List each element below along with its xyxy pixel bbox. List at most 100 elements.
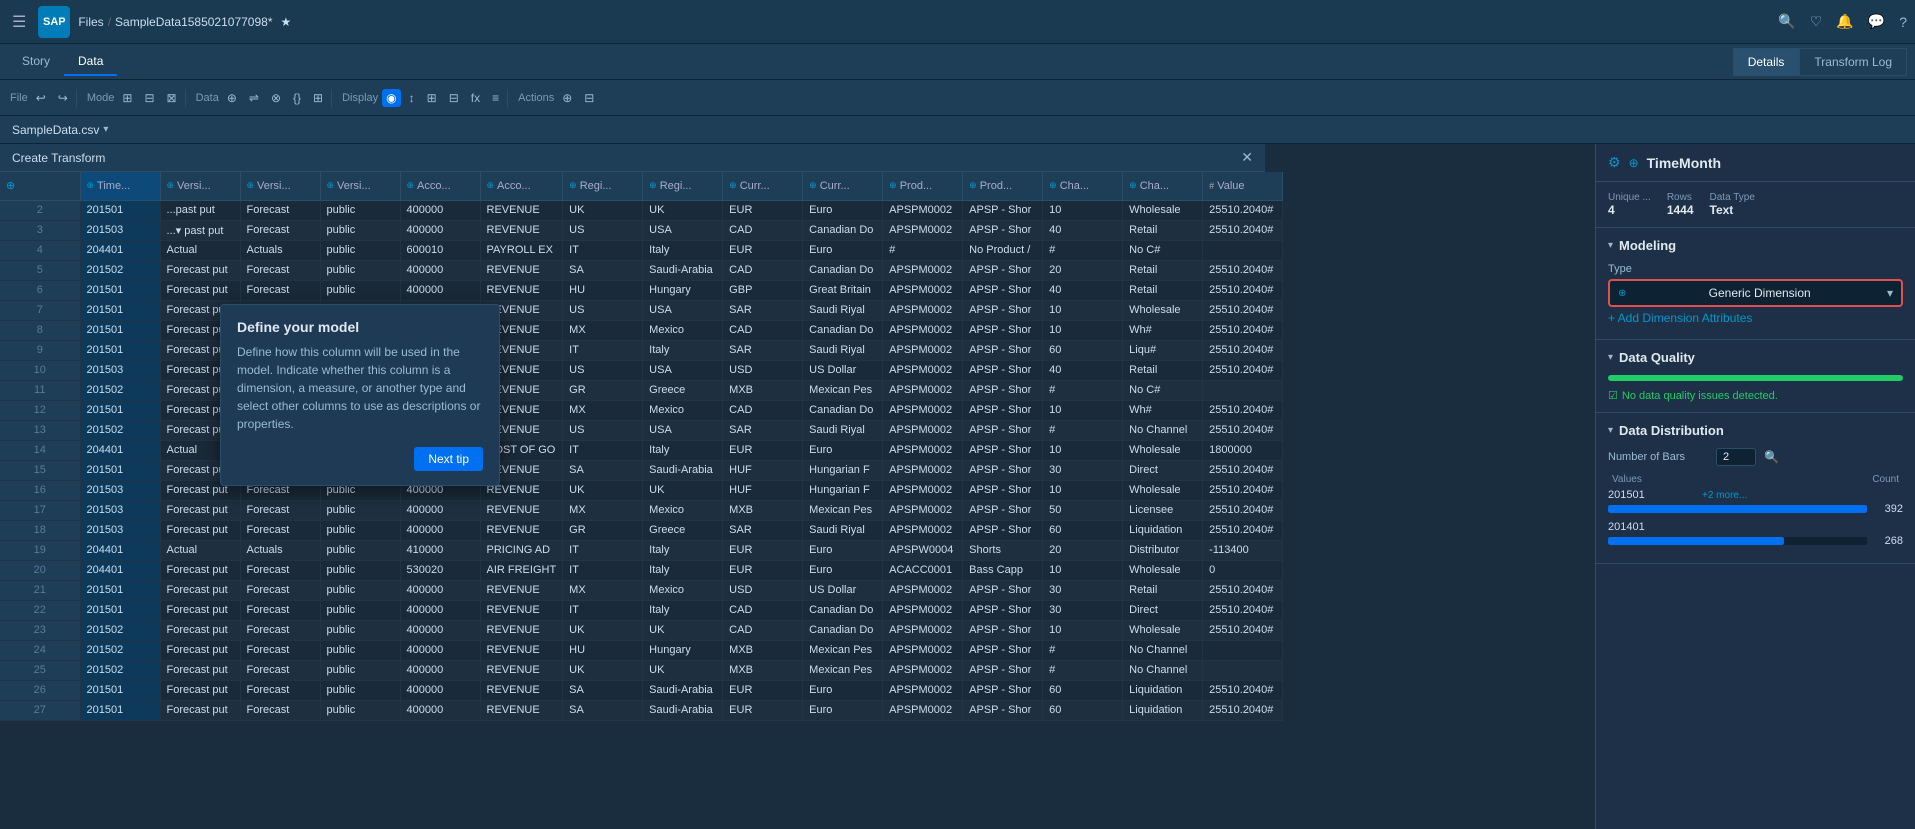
type-select[interactable]: ⊕ Generic Dimension ▾ [1608,279,1903,307]
table-row[interactable]: 25201502Forecast putForecastpublic400000… [0,660,1283,680]
message-icon[interactable]: 💬 [1868,13,1885,30]
table-cell: APSP - Shor [963,400,1043,420]
col-header-value[interactable]: #Value [1203,172,1283,200]
file-caret-icon[interactable]: ▾ [103,124,108,135]
col-header-version2[interactable]: ⊕Versi... [240,172,320,200]
col-header-account1[interactable]: ⊕Acco... [400,172,480,200]
table-row[interactable]: 7201501Forecast putForecastpublic400000R… [0,300,1283,320]
table-cell: Mexico [643,320,723,340]
table-row[interactable]: 14204401ActualActualspublic500000COST OF… [0,440,1283,460]
data-btn-3[interactable]: ⊗ [267,89,285,107]
col-header-region1[interactable]: ⊕Regi... [563,172,643,200]
table-cell: Canadian Do [803,220,883,240]
display-btn-5[interactable]: ≡ [488,89,503,107]
table-cell: Forecast [240,500,320,520]
distribution-search-icon[interactable]: 🔍 [1764,450,1779,464]
details-button[interactable]: Details [1733,48,1800,76]
table-row[interactable]: 22201501Forecast putForecastpublic400000… [0,600,1283,620]
display-btn-4[interactable]: ⊟ [445,89,463,107]
dq-chevron-icon[interactable]: ▾ [1608,352,1613,363]
mode-btn-1[interactable]: ⊞ [118,89,136,107]
transform-log-button[interactable]: Transform Log [1799,48,1907,76]
table-header-row: ⊕ ⊕Time... ⊕Versi... ⊕Versi... ⊕Versi...… [0,172,1283,200]
table-row[interactable]: 9201501Forecast putForecastpublic400000R… [0,340,1283,360]
col-header-region2[interactable]: ⊕Regi... [643,172,723,200]
table-row[interactable]: 20204401Forecast putForecastpublic530020… [0,560,1283,580]
favorite-star[interactable]: ★ [281,15,292,29]
col-header-product2[interactable]: ⊕Prod... [963,172,1043,200]
create-transform-close[interactable]: ✕ [1241,149,1253,166]
num-bars-input[interactable] [1716,448,1756,466]
help-icon[interactable]: ? [1899,14,1907,30]
breadcrumb-file[interactable]: SampleData1585021077098* [115,15,272,29]
search-icon[interactable]: 🔍 [1778,13,1795,30]
next-tip-button[interactable]: Next tip [414,447,483,471]
col-header-channel2[interactable]: ⊕Cha... [1123,172,1203,200]
breadcrumb-files[interactable]: Files [78,15,103,29]
notification-icon[interactable]: 🔔 [1836,13,1853,30]
table-row[interactable]: 17201503Forecast putForecastpublic400000… [0,500,1283,520]
table-row[interactable]: 19204401ActualActualspublic410000PRICING… [0,540,1283,560]
table-row[interactable]: 24201502Forecast putForecastpublic400000… [0,640,1283,660]
display-btn-1[interactable]: ◉ [382,89,400,107]
col-header-account2[interactable]: ⊕Acco... [480,172,563,200]
col-header-channel1[interactable]: ⊕Cha... [1043,172,1123,200]
table-row[interactable]: 16201503Forecast putForecastpublic400000… [0,480,1283,500]
table-row[interactable]: 15201501Forecast putForecastpublic400000… [0,460,1283,480]
table-row[interactable]: 3201503...▾ past putForecastpublic400000… [0,220,1283,240]
settings-icon[interactable]: ⚙ [1608,154,1621,171]
col-header-product1[interactable]: ⊕Prod... [883,172,963,200]
formula-btn[interactable]: fx [467,89,484,107]
table-cell: Italy [643,440,723,460]
table-row[interactable]: 23201502Forecast putForecastpublic400000… [0,620,1283,640]
table-row[interactable]: 13201502Forecast putForecastpublic400000… [0,420,1283,440]
col-header-timemonth[interactable]: ⊕Time... [80,172,160,200]
table-row[interactable]: 2201501...past putForecastpublic400000RE… [0,200,1283,220]
data-btn-2[interactable]: ⇌ [245,89,263,107]
data-btn-5[interactable]: ⊞ [309,89,327,107]
table-cell: REVENUE [480,600,563,620]
table-cell: Saudi Riyal [803,520,883,540]
mode-btn-3[interactable]: ⊠ [163,89,181,107]
col-header-currency2[interactable]: ⊕Curr... [803,172,883,200]
story-tab[interactable]: Story [8,48,64,76]
table-row[interactable]: 21201501Forecast putForecastpublic400000… [0,580,1283,600]
display-btn-3[interactable]: ⊞ [423,89,441,107]
modeling-chevron-icon[interactable]: ▾ [1608,240,1613,251]
hamburger-icon[interactable]: ☰ [8,8,30,36]
table-cell: IT [563,540,643,560]
table-row[interactable]: 6201501Forecast putForecastpublic400000R… [0,280,1283,300]
redo-button[interactable]: ↪ [54,89,72,107]
table-row[interactable]: 4204401ActualActualspublic600010PAYROLL … [0,240,1283,260]
add-dimension-attributes-button[interactable]: + Add Dimension Attributes [1608,307,1752,329]
data-btn-1[interactable]: ⊕ [223,89,241,107]
action-btn-2[interactable]: ⊟ [580,89,598,107]
col-header-version1[interactable]: ⊕Versi... [160,172,240,200]
display-btn-2[interactable]: ↕ [405,89,419,107]
bookmark-icon[interactable]: ♡ [1810,13,1823,30]
table-cell: MXB [723,640,803,660]
data-tab[interactable]: Data [64,48,117,76]
table-row[interactable]: 12201501Forecast putForecastpublic400000… [0,400,1283,420]
table-cell: EUR [723,540,803,560]
filter-icon[interactable]: ⊕ [6,180,15,192]
table-row[interactable]: 11201502Forecast putForecastpublic400000… [0,380,1283,400]
action-btn-1[interactable]: ⊕ [558,89,576,107]
undo-button[interactable]: ↩ [32,89,50,107]
table-row[interactable]: 5201502Forecast putForecastpublic400000R… [0,260,1283,280]
table-cell: public [320,700,400,720]
col-header-version3[interactable]: ⊕Versi... [320,172,400,200]
table-row[interactable]: 8201501Forecast putForecastpublic400000R… [0,320,1283,340]
table-row[interactable]: 10201503Forecast putForecastpublic400000… [0,360,1283,380]
table-row[interactable]: 26201501Forecast putForecastpublic400000… [0,680,1283,700]
stat-unique: Unique ... 4 [1608,192,1651,217]
toolbar-group-display: Display ◉ ↕ ⊞ ⊟ fx ≡ [338,89,508,107]
col-header-currency1[interactable]: ⊕Curr... [723,172,803,200]
dist-count-0: 392 [1873,503,1903,515]
table-row[interactable]: 18201503Forecast putForecastpublic400000… [0,520,1283,540]
dd-chevron-icon[interactable]: ▾ [1608,425,1613,436]
data-btn-4[interactable]: {} [289,89,305,107]
mode-btn-2[interactable]: ⊟ [140,89,158,107]
table-row[interactable]: 27201501Forecast putForecastpublic400000… [0,700,1283,720]
grid-scroll[interactable]: ⊕ ⊕Time... ⊕Versi... ⊕Versi... ⊕Versi...… [0,144,1595,829]
